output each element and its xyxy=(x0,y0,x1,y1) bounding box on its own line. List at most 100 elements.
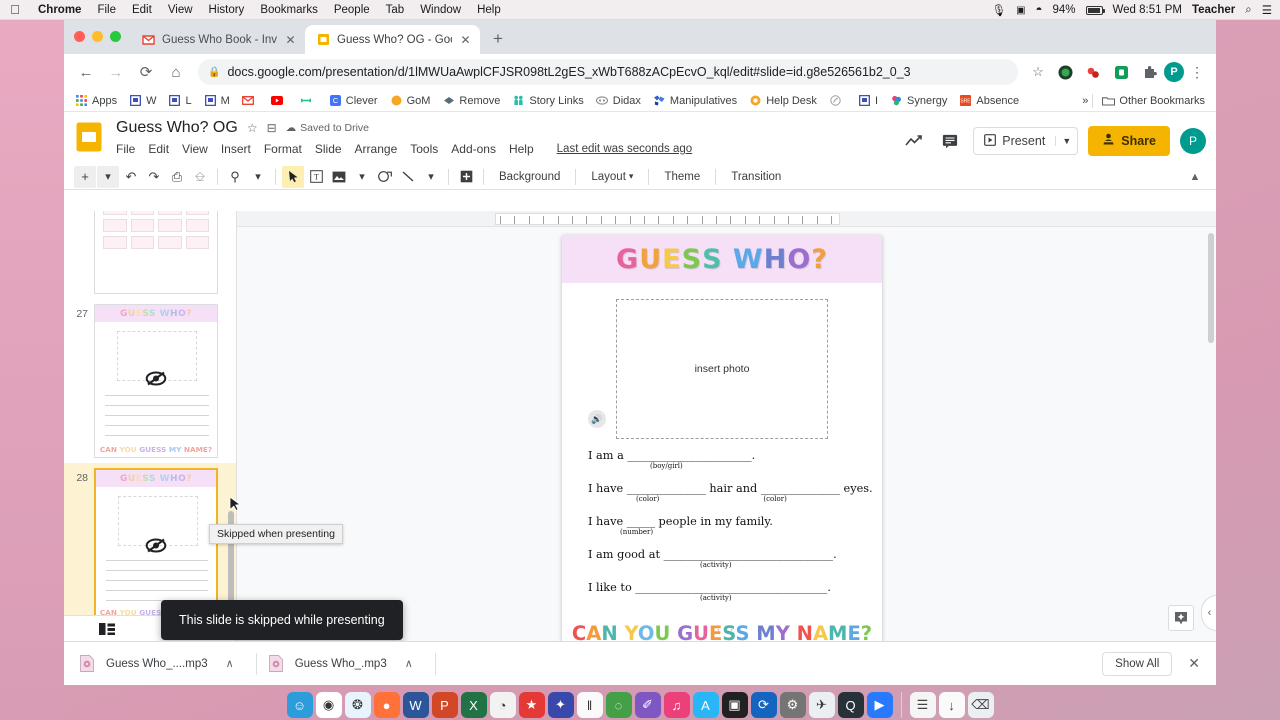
filmstrip-slide-26[interactable] xyxy=(64,211,236,299)
zoom-icon[interactable]: ⚲ xyxy=(224,166,246,188)
menu-arrange[interactable]: Arrange xyxy=(355,142,398,156)
menu-edit[interactable]: Edit xyxy=(148,142,169,156)
three-dot-menu-icon[interactable]: ⋮ xyxy=(1186,61,1208,83)
page-title[interactable]: Guess Who? OG xyxy=(116,119,238,137)
slide-thumbnail[interactable]: GUESS WHO? xyxy=(94,304,218,458)
present-dropdown-caret[interactable]: ▼ xyxy=(1055,136,1077,146)
menu-file[interactable]: File xyxy=(89,4,124,16)
star-app-icon[interactable]: ★ xyxy=(518,692,545,718)
close-tab-icon[interactable]: ✕ xyxy=(284,33,297,47)
speech-icon[interactable]: ◔ xyxy=(489,692,516,718)
paint-format-icon[interactable]: ⎒ xyxy=(189,166,211,188)
menu-window[interactable]: Window xyxy=(412,4,469,16)
finder-icon[interactable]: ☺ xyxy=(286,692,313,718)
notes-app-icon[interactable]: ✐ xyxy=(634,692,661,718)
download-menu-caret-icon[interactable]: ∧ xyxy=(397,657,413,670)
transition-button[interactable]: Transition xyxy=(722,166,790,188)
filmstrip-slide-27[interactable]: 27 GUESS WHO? CAN YOU GUESS MY NAME? xyxy=(64,299,236,463)
powerpoint-icon[interactable]: P xyxy=(431,692,458,718)
settings-icon[interactable]: ⚙ xyxy=(779,692,806,718)
bookmark-youtube[interactable] xyxy=(266,92,293,109)
close-downloads-shelf-icon[interactable]: ✕ xyxy=(1184,655,1204,672)
shape-icon[interactable] xyxy=(374,166,396,188)
teamviewer-icon[interactable]: ⟳ xyxy=(750,692,777,718)
other-bookmarks-folder[interactable]: Other Bookmarks xyxy=(1097,92,1210,109)
globe-app-icon[interactable]: ◌ xyxy=(605,692,632,718)
slide-canvas-area[interactable]: GUESS WHO? insert photo 🔊 I am a _______… xyxy=(237,211,1216,641)
background-button[interactable]: Background xyxy=(490,166,569,188)
slide-thumbnail[interactable]: GUESS WHO? xyxy=(94,468,218,622)
canvas-scrollbar[interactable] xyxy=(1208,233,1214,343)
tab-guess-who-og-slides[interactable]: Guess Who? OG - Google Slid ✕ xyxy=(305,25,480,54)
photos-icon[interactable]: ▣ xyxy=(721,692,748,718)
filmstrip-view-icon[interactable] xyxy=(64,622,151,635)
apple-menu-icon[interactable]:  xyxy=(0,3,30,18)
bookmark-story-links[interactable]: Story Links xyxy=(507,92,588,109)
new-tab-button[interactable]: + xyxy=(484,25,512,53)
audio-speaker-icon[interactable]: 🔊 xyxy=(588,410,606,428)
add-comment-icon[interactable] xyxy=(455,166,477,188)
layout-button[interactable]: Layout ▾ xyxy=(582,166,642,188)
microphone-icon[interactable]: 🎙 xyxy=(991,3,1006,17)
firefox-icon[interactable]: ● xyxy=(373,692,400,718)
present-button[interactable]: Present ▼ xyxy=(973,127,1079,155)
close-window-button[interactable] xyxy=(74,31,85,42)
bookmark-gmail[interactable] xyxy=(237,92,264,109)
download-item-1[interactable]: Guess Who_....mp3 ∧ xyxy=(76,649,248,679)
last-edit-label[interactable]: Last edit was seconds ago xyxy=(557,143,693,155)
redo-icon[interactable]: ↷ xyxy=(143,166,165,188)
back-button[interactable]: ← xyxy=(72,58,100,86)
facetime-icon[interactable]: ▶ xyxy=(866,692,893,718)
line-icon[interactable] xyxy=(397,166,419,188)
menu-tab[interactable]: Tab xyxy=(378,4,413,16)
menu-view[interactable]: View xyxy=(182,142,208,156)
forward-button[interactable]: → xyxy=(102,58,130,86)
bookmark-star-icon[interactable]: ☆ xyxy=(1026,60,1050,84)
extension-green-icon[interactable] xyxy=(1054,61,1076,83)
extension-teal-icon[interactable] xyxy=(1110,61,1132,83)
insert-image-icon[interactable] xyxy=(328,166,350,188)
bookmark-gom[interactable]: GoM xyxy=(385,92,436,109)
slide-thumbnail[interactable] xyxy=(94,211,218,294)
star-icon[interactable]: ☆ xyxy=(247,121,258,135)
menubar-clock[interactable]: Wed 8:51 PM xyxy=(1113,4,1182,16)
show-all-downloads-button[interactable]: Show All xyxy=(1102,651,1173,676)
bookmark-apps[interactable]: Apps xyxy=(70,92,122,109)
document-stack-icon[interactable]: ☰ xyxy=(909,692,936,718)
menu-add-ons[interactable]: Add-ons xyxy=(451,142,496,156)
safari-icon[interactable]: ❂ xyxy=(344,692,371,718)
download-menu-caret-icon[interactable]: ∧ xyxy=(218,657,234,670)
bookmarks-overflow-button[interactable]: » xyxy=(1082,95,1088,107)
slide-filmstrip[interactable]: 27 GUESS WHO? CAN YOU GUESS MY NAME? 28 … xyxy=(64,211,237,641)
zoom-caret-icon[interactable]: ▾ xyxy=(247,166,269,188)
bookmark-l[interactable]: L xyxy=(163,92,196,109)
new-slide-caret-icon[interactable]: ▾ xyxy=(97,165,119,188)
menu-tools[interactable]: Tools xyxy=(410,142,438,156)
charts-app-icon[interactable]: ‖ xyxy=(576,692,603,718)
share-button[interactable]: Share xyxy=(1088,126,1170,156)
bookmark-green-link[interactable] xyxy=(295,92,322,109)
menu-help[interactable]: Help xyxy=(469,4,509,16)
wifi-icon[interactable]: ◓ xyxy=(1036,4,1043,16)
undo-icon[interactable]: ↶ xyxy=(120,166,142,188)
menu-view[interactable]: View xyxy=(160,4,201,16)
home-button[interactable]: ⌂ xyxy=(162,58,190,86)
print-icon[interactable]: ⎙ xyxy=(166,166,188,188)
tab-guess-who-book[interactable]: Guess Who Book - Invitation t ✕ xyxy=(130,25,305,54)
reload-button[interactable]: ⟳ xyxy=(132,58,160,86)
slide-text-lines[interactable]: I am a ______________________. (boy/girl… xyxy=(588,449,873,614)
menu-insert[interactable]: Insert xyxy=(221,142,251,156)
menu-chrome[interactable]: Chrome xyxy=(30,4,89,16)
quicktime-icon[interactable]: Q xyxy=(837,692,864,718)
menu-people[interactable]: People xyxy=(326,4,378,16)
itunes-icon[interactable]: ♫ xyxy=(663,692,690,718)
spotlight-search-icon[interactable]: ⌕ xyxy=(1245,4,1251,17)
theme-button[interactable]: Theme xyxy=(655,166,709,188)
trash-icon[interactable]: ⌫ xyxy=(967,692,994,718)
menu-file[interactable]: File xyxy=(116,142,135,156)
bookmark-clever[interactable]: C Clever xyxy=(324,92,383,109)
bookmark-help-desk[interactable]: Help Desk xyxy=(744,92,822,109)
maximize-window-button[interactable] xyxy=(110,31,121,42)
excel-icon[interactable]: X xyxy=(460,692,487,718)
app-store-icon[interactable]: A xyxy=(692,692,719,718)
